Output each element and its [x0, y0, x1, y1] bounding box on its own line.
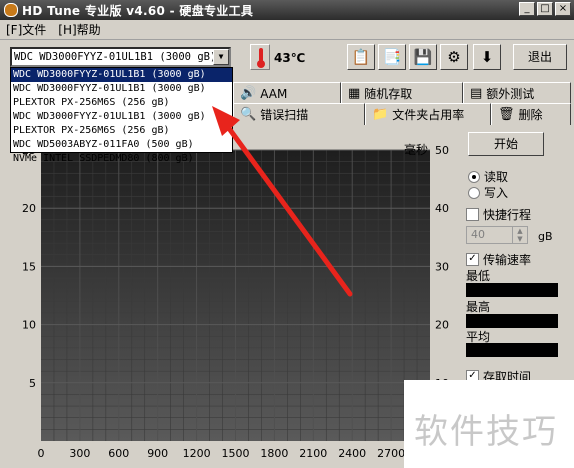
- watermark-text: 软件技巧: [414, 412, 558, 452]
- watermark: 软件技巧: [404, 380, 574, 468]
